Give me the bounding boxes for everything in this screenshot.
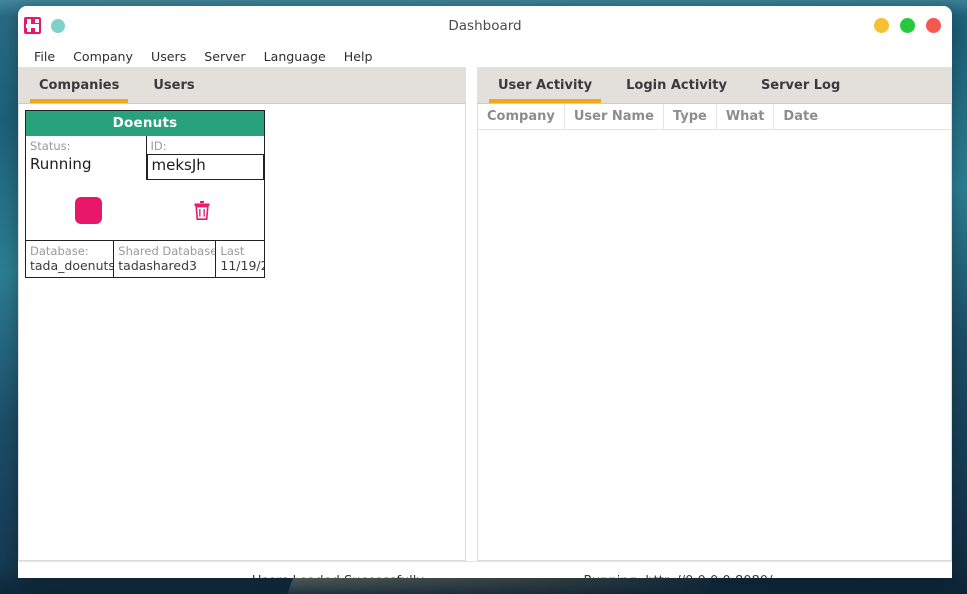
activity-table-body — [478, 130, 951, 560]
tab-companies-label: Companies — [39, 77, 120, 93]
status-bar: Users Loaded Successfully Running: http:… — [18, 561, 952, 578]
company-id-value: meksJh — [151, 156, 206, 174]
menu-item-file[interactable]: File — [25, 47, 64, 66]
company-database-cell: Database: tada_doenuts — [26, 241, 113, 277]
company-id-label: ID: — [150, 139, 167, 153]
menu-item-server[interactable]: Server — [195, 47, 254, 66]
company-shared-database-value: tadashared3 — [118, 258, 197, 273]
company-card[interactable]: Doenuts Status: Running ID: meksJh Datab… — [25, 110, 265, 278]
menu-bar: File Company Users Server Language Help — [18, 45, 952, 67]
application-window: Dashboard File Company Users Server Lang… — [18, 6, 952, 578]
right-tab-strip: User Activity Login Activity Server Log — [477, 67, 952, 104]
companies-cards-area: Doenuts Status: Running ID: meksJh Datab… — [19, 104, 465, 278]
main-content: Companies Users Doenuts Status: Running — [18, 67, 952, 561]
company-card-title: Doenuts — [26, 111, 264, 136]
companies-list-panel: Doenuts Status: Running ID: meksJh Datab… — [18, 104, 466, 561]
company-shared-database-cell: Shared Database: tadashared3 — [113, 241, 217, 277]
company-shared-database-label: Shared Database: — [118, 244, 217, 258]
company-card-footer: Database: tada_doenuts Shared Database: … — [26, 240, 264, 277]
stop-server-button[interactable] — [75, 196, 102, 224]
company-id-box[interactable]: meksJh — [146, 154, 264, 180]
server-running-dot[interactable] — [51, 18, 65, 33]
tab-user-activity-label: User Activity — [498, 77, 593, 93]
pane-splitter[interactable] — [466, 67, 477, 561]
left-tab-strip: Companies Users — [18, 67, 466, 104]
puzzle-app-icon — [24, 17, 41, 34]
column-header-date[interactable]: Date — [774, 104, 827, 130]
tab-login-activity[interactable]: Login Activity — [609, 67, 744, 103]
stop-button-slot — [32, 196, 145, 224]
company-card-status-row: Status: Running ID: meksJh — [26, 136, 264, 180]
company-last-cell: Last 11/19/2 — [216, 241, 264, 277]
close-button[interactable] — [926, 18, 941, 33]
company-status-cell: Status: Running — [26, 136, 146, 180]
window-title: Dashboard — [448, 17, 522, 34]
tab-server-log[interactable]: Server Log — [744, 67, 857, 103]
right-pane: User Activity Login Activity Server Log … — [477, 67, 952, 561]
tab-server-log-label: Server Log — [760, 77, 841, 93]
server-status-text: Running: http://0.0.0.0:8080/ — [458, 574, 898, 579]
activity-table-header: Company User Name Type What Date — [478, 104, 951, 130]
column-header-what[interactable]: What — [717, 104, 775, 130]
company-status-value: Running — [30, 155, 92, 173]
left-pane: Companies Users Doenuts Status: Running — [18, 67, 466, 561]
column-header-type[interactable]: Type — [664, 104, 717, 130]
title-bar[interactable]: Dashboard — [18, 6, 952, 45]
menu-item-language[interactable]: Language — [255, 47, 335, 66]
tab-companies[interactable]: Companies — [22, 67, 136, 103]
menu-item-users[interactable]: Users — [142, 47, 195, 66]
company-id-cell: ID: meksJh — [145, 136, 264, 180]
tab-users[interactable]: Users — [136, 67, 211, 103]
company-database-value: tada_doenuts — [30, 258, 114, 273]
delete-button-slot — [145, 200, 258, 220]
company-card-actions — [26, 180, 264, 240]
menu-item-company[interactable]: Company — [64, 47, 142, 66]
company-status-label: Status: — [30, 139, 71, 153]
window-controls — [874, 18, 941, 33]
minimize-button[interactable] — [874, 18, 889, 33]
column-header-company[interactable]: Company — [478, 104, 565, 130]
menu-item-help[interactable]: Help — [335, 47, 382, 66]
company-database-label: Database: — [30, 244, 89, 258]
tab-users-label: Users — [153, 77, 195, 93]
title-bar-left-group — [18, 17, 65, 34]
company-last-label: Last — [220, 244, 245, 258]
trash-icon[interactable] — [194, 200, 210, 220]
tab-user-activity[interactable]: User Activity — [481, 67, 609, 103]
activity-table-panel: Company User Name Type What Date — [477, 104, 952, 561]
column-header-user-name[interactable]: User Name — [565, 104, 664, 130]
company-last-value: 11/19/2 — [220, 258, 264, 273]
maximize-button[interactable] — [900, 18, 915, 33]
tab-login-activity-label: Login Activity — [626, 77, 727, 93]
